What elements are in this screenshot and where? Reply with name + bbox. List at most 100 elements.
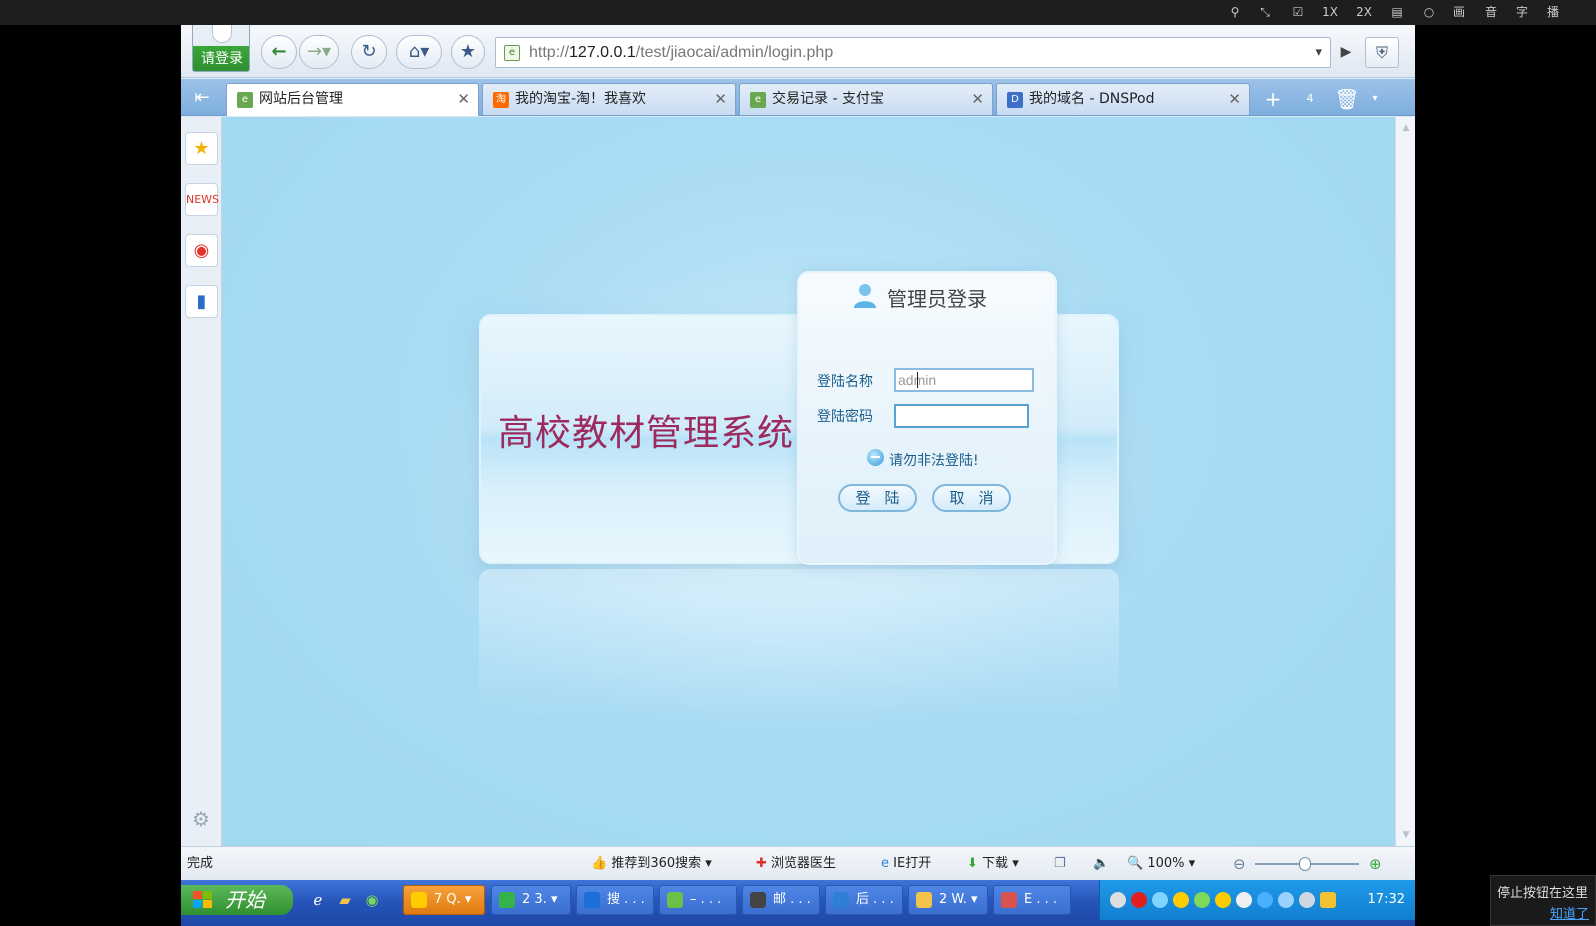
tab-taobao[interactable]: 淘 我的淘宝-淘！我喜欢 ✕ [482, 83, 736, 115]
window-icon[interactable]: ❐ [1054, 847, 1066, 881]
mobile-icon[interactable]: ▮ [185, 285, 218, 318]
browser-360-icon[interactable] [1194, 892, 1210, 908]
forward-button[interactable]: →▾ [299, 35, 339, 69]
record-icon[interactable] [1131, 892, 1147, 908]
taskbar-button[interactable]: 邮 . . . [742, 885, 820, 915]
taskbar-button[interactable]: E . . . [993, 885, 1071, 915]
login-page: 高校教材管理系统 管理员登录 登陆名称 登陆密码 请勿非法登陆! 登陆 [223, 117, 1395, 846]
browser-doctor-button[interactable]: ✚ 浏览器医生 [756, 847, 836, 881]
check-icon[interactable] [1236, 892, 1252, 908]
pin-icon[interactable]: ⚲ [1225, 4, 1245, 21]
vertical-scrollbar[interactable]: ▲ ▼ [1395, 117, 1415, 846]
zoom-in-icon[interactable]: ⊕ [1369, 847, 1382, 881]
taskbar-button[interactable]: 后 . . . [825, 885, 903, 915]
start-button[interactable]: 开始 [181, 885, 293, 915]
browser-360-icon[interactable]: ◉ [360, 888, 384, 912]
bulb-icon[interactable]: ○ [1419, 4, 1439, 21]
medkit-icon: ✚ [756, 856, 767, 871]
login-warning: 请勿非法登陆! [889, 453, 979, 469]
globe-icon[interactable] [1152, 892, 1168, 908]
taskbar-button[interactable]: 2 W. ▾ [908, 885, 988, 915]
page-icon: e [237, 92, 253, 108]
content-area: ★ NEWS ◉ ▮ ⚙ 高校教材管理系统 管理员登录 登陆名称 admin 登… [181, 117, 1415, 846]
chevron-down-icon[interactable]: ▾ [1361, 85, 1389, 113]
tab-alipay[interactable]: e 交易记录 - 支付宝 ✕ [739, 83, 993, 115]
hint-dismiss-link[interactable]: 知道了 [1550, 903, 1589, 922]
shield-icon[interactable] [1320, 892, 1336, 908]
taskbar-button[interactable]: 7 Q. ▾ [403, 885, 485, 915]
screen: ⚲ ⤡ ☑ 1X 2X ▤ ○ 画 音 字 播 请登录 ← →▾ ↻ ⌂▾ ★ … [0, 0, 1596, 926]
taskbar-button[interactable]: 搜 . . . [576, 885, 654, 915]
network-icon[interactable] [1110, 892, 1126, 908]
text-cursor-icon [917, 372, 918, 388]
back-button[interactable]: ← [261, 35, 297, 69]
home-button[interactable]: ⌂▾ [396, 35, 442, 69]
taskbar-button[interactable]: – . . . [659, 885, 737, 915]
password-input[interactable] [894, 404, 1029, 428]
qq-icon[interactable] [1173, 892, 1189, 908]
speaker-icon[interactable]: 🔈 [1093, 847, 1109, 881]
menu-icon[interactable]: ▤ [1387, 4, 1407, 21]
refresh-button[interactable]: ↻ [351, 35, 387, 69]
close-icon[interactable]: ✕ [971, 84, 984, 115]
address-bar[interactable]: e http://127.0.0.1/test/jiaocai/admin/lo… [495, 37, 1331, 68]
login-button[interactable]: 登陆 [838, 484, 917, 512]
close-icon[interactable]: ✕ [714, 84, 727, 115]
sync-icon[interactable] [1257, 892, 1273, 908]
download-button[interactable]: ⬇ 下载 ▾ [967, 847, 1019, 881]
subtitle-button[interactable]: 字 [1512, 4, 1532, 21]
tab-count-badge: 4 [1306, 92, 1314, 105]
cancel-button[interactable]: 取消 [932, 484, 1011, 512]
sidebar-toggle-icon[interactable]: ⇤ [189, 85, 215, 111]
player-toolbar: ⚲ ⤡ ☑ 1X 2X ▤ ○ 画 音 字 播 [0, 0, 1596, 25]
tab-label: 我的域名 - DNSPod [1029, 91, 1155, 107]
edit-icon[interactable]: ☑ [1288, 4, 1308, 21]
gear-icon[interactable]: ⚙ [189, 807, 213, 831]
ie-icon[interactable]: ℯ [306, 888, 330, 912]
username-input[interactable] [894, 368, 1034, 392]
login-badge-button[interactable]: 请登录 [192, 25, 250, 72]
scroll-down-icon[interactable]: ▼ [1399, 828, 1413, 842]
app-icon [667, 892, 683, 908]
qq-icon[interactable] [1215, 892, 1231, 908]
browser-toolbar: 请登录 ← →▾ ↻ ⌂▾ ★ e http://127.0.0.1/test/… [181, 25, 1415, 78]
speed-1x-button[interactable]: 1X [1319, 4, 1341, 21]
tab-admin[interactable]: e 网站后台管理 ✕ [226, 83, 479, 116]
tab-dnspod[interactable]: D 我的域名 - DNSPod ✕ [996, 83, 1250, 115]
zoom-out-icon[interactable]: ⊖ [1233, 847, 1246, 881]
speed-2x-button[interactable]: 2X [1353, 4, 1375, 21]
close-icon[interactable]: ✕ [457, 84, 470, 115]
close-icon[interactable]: ✕ [1228, 84, 1241, 115]
go-button[interactable]: ▶ [1333, 37, 1359, 68]
taobao-icon: 淘 [493, 92, 509, 108]
weibo-icon[interactable]: ◉ [185, 234, 218, 267]
address-url[interactable]: http://127.0.0.1/test/jiaocai/admin/logi… [529, 38, 833, 67]
trash-icon[interactable]: 🗑 [1333, 85, 1361, 113]
zoom-button[interactable]: 🔍 100% ▾ [1127, 847, 1195, 881]
ie-open-button[interactable]: e IE打开 [881, 847, 931, 881]
folder-icon[interactable]: ▰ [333, 888, 357, 912]
system-title: 高校教材管理系统 [498, 413, 795, 454]
arrow-left-icon: ← [271, 41, 287, 62]
tab-label: 交易记录 - 支付宝 [772, 91, 884, 107]
tab-count-button[interactable]: 4 [1296, 85, 1324, 113]
tab-label: 我的淘宝-淘！我喜欢 [515, 91, 647, 107]
scroll-up-icon[interactable]: ▲ [1399, 121, 1413, 135]
resize-icon[interactable]: ⤡ [1255, 4, 1275, 21]
new-tab-button[interactable]: + [1259, 85, 1287, 113]
speaker-icon[interactable] [1299, 892, 1315, 908]
play-button[interactable]: 播 [1543, 4, 1563, 21]
chevron-down-icon[interactable]: ▾ [1315, 38, 1322, 67]
zoom-slider-handle[interactable] [1299, 857, 1311, 871]
favorites-icon[interactable]: ★ [185, 132, 218, 165]
news-icon[interactable]: NEWS [185, 183, 219, 216]
audio-button[interactable]: 音 [1481, 4, 1501, 21]
security-button[interactable]: ⛨ [1365, 37, 1399, 68]
picture-button[interactable]: 画 [1449, 4, 1469, 21]
refresh-icon: ↻ [361, 41, 377, 62]
recommend-360-button[interactable]: 👍 推荐到360搜索 ▾ [591, 847, 712, 881]
display-icon[interactable] [1278, 892, 1294, 908]
taskbar-button[interactable]: 2 3. ▾ [491, 885, 571, 915]
favorite-button[interactable]: ★ [451, 35, 485, 69]
home-icon: ⌂▾ [408, 41, 430, 62]
